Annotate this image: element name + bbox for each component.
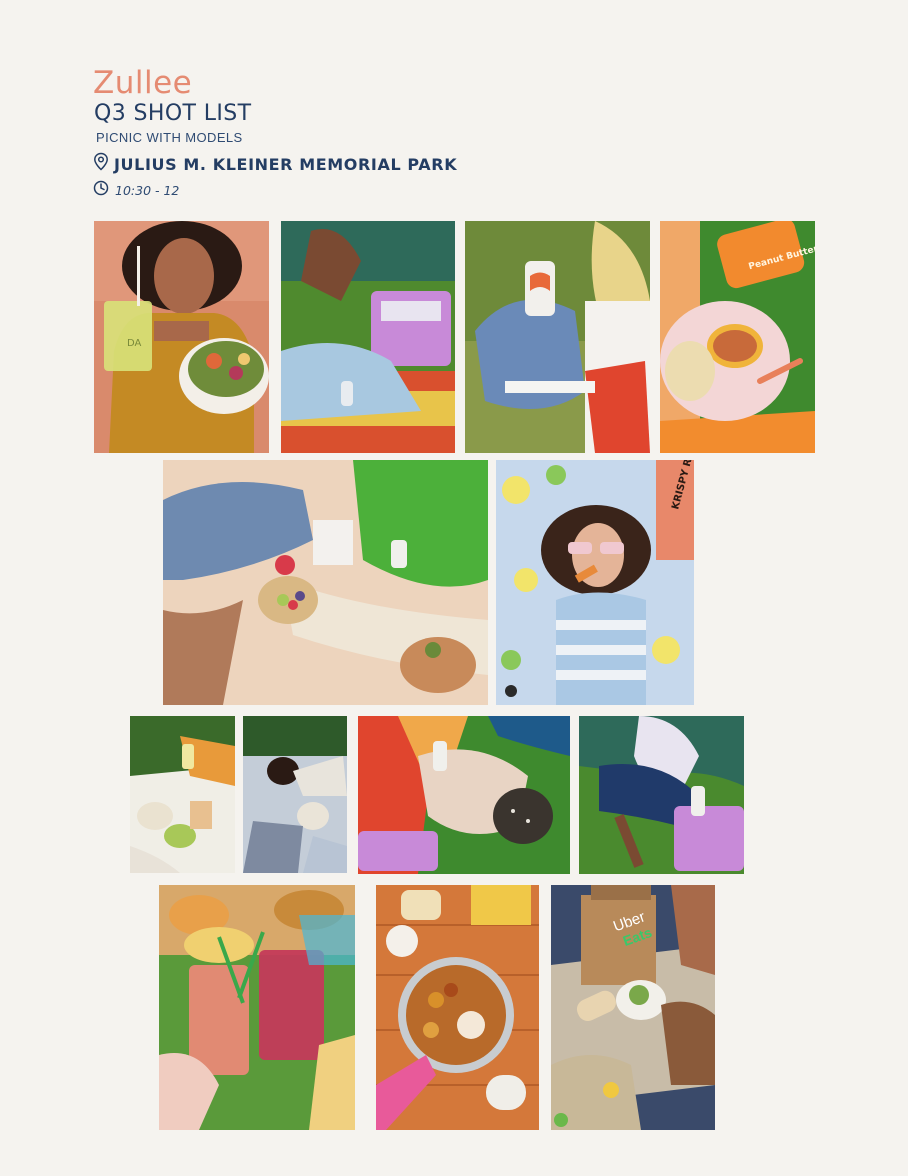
clock-icon bbox=[93, 180, 109, 201]
time-text: 10:30 - 12 bbox=[115, 183, 180, 198]
photo-woman-can-chair bbox=[465, 221, 650, 453]
photo-friends-cooler-2 bbox=[579, 716, 744, 874]
photo-woman-drink-salad: DA bbox=[94, 221, 269, 453]
photo-wings-platter bbox=[376, 885, 539, 1130]
map-pin-icon bbox=[93, 152, 109, 176]
brand-logo: Zullee bbox=[93, 65, 193, 101]
photo-picnic-blanket-spread bbox=[163, 460, 488, 705]
photo-friends-lying-blanket bbox=[243, 716, 347, 873]
page-title: Q3 SHOT LIST bbox=[94, 101, 252, 126]
photo-peanut-butter-dip: Peanut Butter bbox=[660, 221, 815, 453]
photo-woman-sunglasses-snack: KRISPY RICE bbox=[496, 460, 694, 705]
location-row: JULIUS M. KLEINER MEMORIAL PARK bbox=[93, 152, 457, 176]
page-subtitle: PICNIC WITH MODELS bbox=[96, 130, 243, 145]
time-row: 10:30 - 12 bbox=[93, 180, 179, 201]
photo-drinks-toast bbox=[159, 885, 355, 1130]
cup-label: DA bbox=[127, 338, 142, 349]
photo-picnic-spread-small bbox=[130, 716, 235, 873]
photo-friends-cooler bbox=[281, 221, 455, 453]
photo-uber-eats-picnic: Uber Eats bbox=[551, 885, 715, 1130]
photo-friends-chairs-top bbox=[358, 716, 570, 874]
location-text: JULIUS M. KLEINER MEMORIAL PARK bbox=[114, 154, 458, 174]
